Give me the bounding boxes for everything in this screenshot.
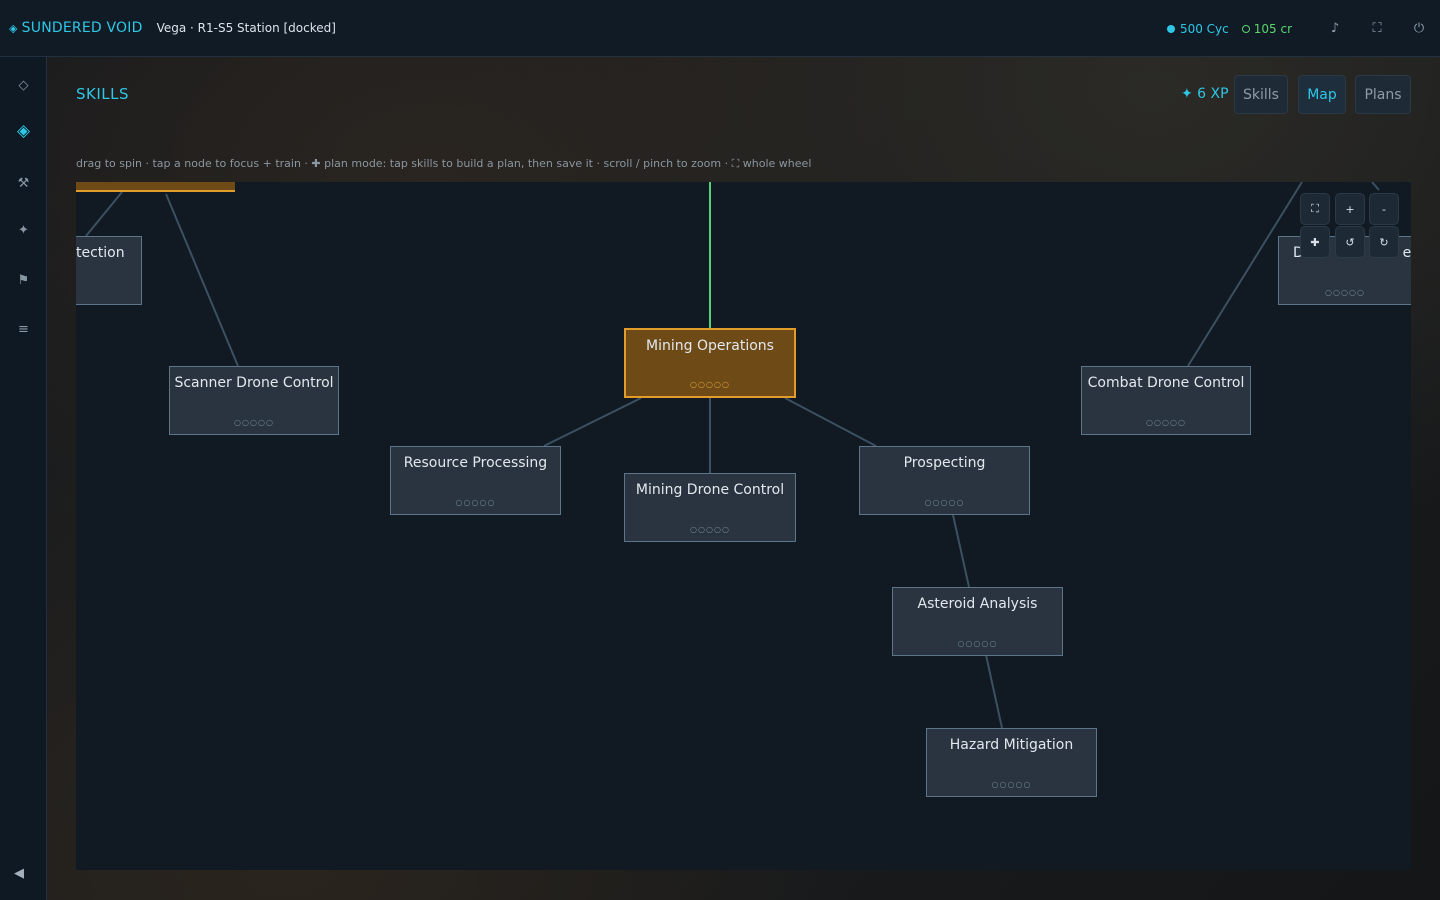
- cycles-dot-icon: [1166, 24, 1175, 33]
- plan-mode-button[interactable]: ✚: [1300, 226, 1330, 258]
- xp-counter: ✦ 6 XP: [1181, 86, 1229, 102]
- tab-map[interactable]: Map: [1298, 75, 1346, 114]
- flag-icon[interactable]: ⚑: [0, 265, 47, 295]
- credits-value: 105 cr: [1253, 21, 1292, 36]
- skill-node-partial-top[interactable]: ○○○○○: [76, 182, 235, 192]
- link: [85, 191, 123, 237]
- skill-node-combat-drone-control[interactable]: Combat Drone Control ○○○○○: [1081, 366, 1251, 435]
- fullscreen-icon[interactable]: ⛶: [1356, 14, 1398, 44]
- left-rail: ◇ ◈ ⚒ ✦ ⚑ ≡: [0, 57, 47, 900]
- fit-view-button[interactable]: ⛶: [1300, 193, 1330, 225]
- cycles-counter: 500 Cyc: [1166, 21, 1229, 36]
- credits-counter: 105 cr: [1241, 21, 1292, 36]
- brand[interactable]: ◈ SUNDERED VOID: [9, 20, 143, 36]
- rotate-right-button[interactable]: ↻: [1369, 226, 1399, 258]
- skill-tree-canvas[interactable]: ○○○○○ tection Scanner Drone Control ○○○○…: [76, 182, 1411, 870]
- node-label: Mining Operations: [646, 338, 774, 354]
- node-label: Scanner Drone Control: [174, 375, 334, 391]
- tab-plans[interactable]: Plans: [1355, 75, 1411, 114]
- zoom-out-button[interactable]: -: [1369, 193, 1399, 225]
- diamond-outline-icon[interactable]: ◇: [0, 70, 47, 100]
- node-rank-dots: ○○○○○: [129, 182, 169, 183]
- location-label: Vega · R1-S5 Station [docked]: [156, 21, 336, 35]
- node-rank-dots: ○○○○○: [1325, 288, 1365, 297]
- instructions-hint: drag to spin · tap a node to focus + tra…: [76, 157, 812, 170]
- music-icon[interactable]: ♪: [1314, 14, 1356, 44]
- node-label: Resource Processing: [403, 455, 548, 471]
- tools-icon[interactable]: ⚒: [0, 168, 47, 198]
- skill-node-prospecting[interactable]: Prospecting ○○○○○: [859, 446, 1030, 515]
- node-rank-dots: ○○○○○: [924, 498, 965, 507]
- node-label: tection: [76, 245, 125, 261]
- link: [784, 397, 877, 447]
- cycles-value: 500 Cyc: [1179, 21, 1229, 36]
- page-title: SKILLS: [76, 85, 130, 103]
- node-rank-dots: ○○○○○: [991, 780, 1032, 789]
- node-label: Combat Drone Control: [1087, 375, 1245, 391]
- node-label-end: er: [1402, 245, 1411, 261]
- top-bar: ◈ SUNDERED VOID Vega · R1-S5 Station [do…: [0, 0, 1440, 57]
- link: [543, 397, 642, 447]
- skill-node-detection[interactable]: tection: [76, 236, 142, 305]
- node-rank-dots: ○○○○○: [1146, 418, 1186, 427]
- link: [1371, 182, 1380, 191]
- node-label: Prospecting: [903, 455, 986, 471]
- diamond-icon: ◈: [9, 21, 18, 35]
- credits-ring-icon: [1241, 24, 1250, 33]
- node-label: Asteroid Analysis: [917, 596, 1038, 612]
- node-rank-dots: ○○○○○: [234, 418, 274, 427]
- brand-name: SUNDERED VOID: [21, 20, 143, 36]
- skill-node-mining-operations[interactable]: Mining Operations ○○○○○: [624, 328, 796, 398]
- skill-node-resource-processing[interactable]: Resource Processing ○○○○○: [390, 446, 561, 515]
- diamond-filled-icon[interactable]: ◈: [0, 116, 47, 146]
- node-rank-dots: ○○○○○: [455, 498, 496, 507]
- tab-skills[interactable]: Skills: [1234, 75, 1288, 114]
- rotate-left-button[interactable]: ↺: [1335, 226, 1365, 258]
- skill-node-asteroid-analysis[interactable]: Asteroid Analysis ○○○○○: [892, 587, 1063, 656]
- skill-node-scanner-drone-control[interactable]: Scanner Drone Control ○○○○○: [169, 366, 339, 435]
- menu-icon[interactable]: ≡: [0, 314, 47, 344]
- skill-node-mining-drone-control[interactable]: Mining Drone Control ○○○○○: [624, 473, 796, 542]
- node-rank-dots: ○○○○○: [690, 525, 730, 534]
- zoom-in-button[interactable]: +: [1335, 193, 1365, 225]
- link: [165, 193, 239, 367]
- node-label: Mining Drone Control: [635, 482, 785, 498]
- star-icon[interactable]: ✦: [0, 215, 47, 245]
- top-right-status: 500 Cyc 105 cr ♪ ⛶ ⏻: [1166, 0, 1440, 57]
- link: [985, 654, 1003, 729]
- node-label: Hazard Mitigation: [949, 737, 1074, 753]
- node-rank-dots: ○○○○○: [690, 380, 730, 389]
- node-rank-dots: ○○○○○: [957, 639, 998, 648]
- power-icon[interactable]: ⏻: [1398, 14, 1440, 44]
- skill-node-hazard-mitigation[interactable]: Hazard Mitigation ○○○○○: [926, 728, 1097, 797]
- link: [952, 514, 970, 588]
- collapse-arrow-icon[interactable]: ◀: [14, 866, 24, 881]
